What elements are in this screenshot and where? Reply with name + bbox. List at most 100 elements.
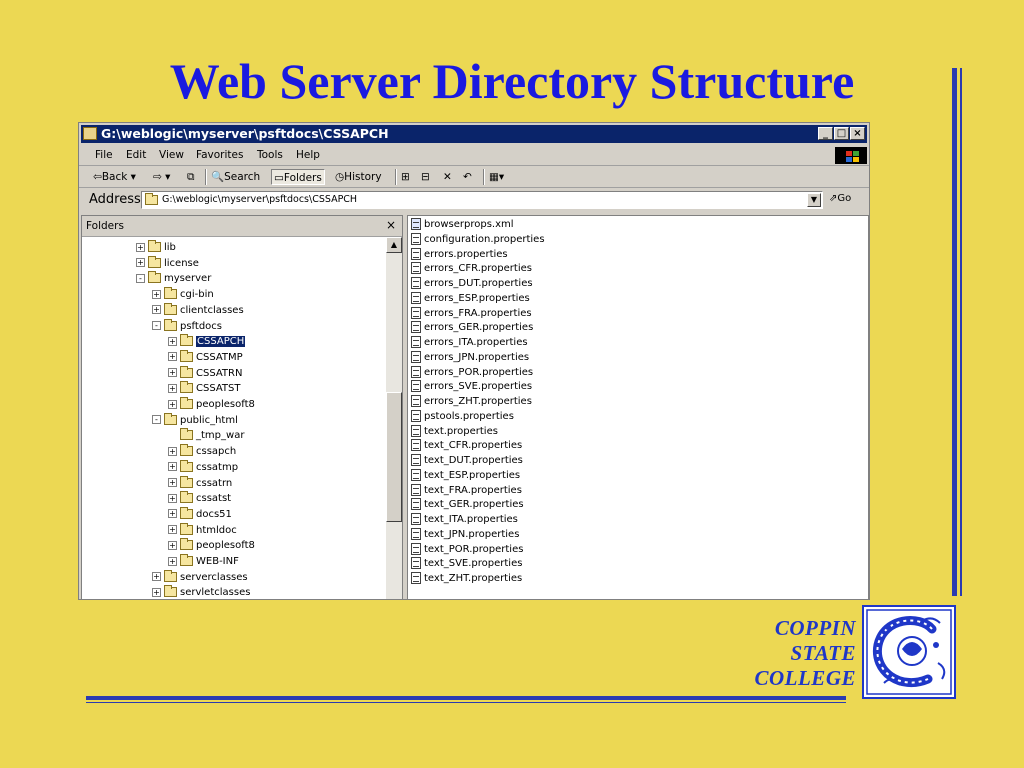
file-list-item[interactable]: text_ESP.properties bbox=[411, 468, 520, 483]
menu-edit[interactable]: Edit bbox=[126, 149, 146, 161]
menu-file[interactable]: File bbox=[95, 149, 113, 161]
expand-icon[interactable]: + bbox=[168, 446, 177, 456]
folder-tree-item[interactable]: + license bbox=[136, 255, 199, 271]
folder-tree-item[interactable]: + CSSATMP bbox=[168, 349, 243, 365]
file-list-item[interactable]: pstools.properties bbox=[411, 409, 514, 424]
folder-tree-scrollbar[interactable]: ▲ bbox=[386, 237, 402, 599]
folder-tree-item[interactable]: + clientclasses bbox=[152, 302, 244, 318]
file-list-item[interactable]: errors_SVE.properties bbox=[411, 379, 532, 394]
decorative-horizontal-line bbox=[86, 702, 846, 703]
file-list-item[interactable]: errors.properties bbox=[411, 247, 508, 262]
expand-icon[interactable]: + bbox=[168, 478, 177, 487]
folder-tree-item[interactable]: - myserver bbox=[136, 271, 211, 286]
folder-tree-item[interactable]: + peoplesoft8 bbox=[168, 538, 255, 553]
file-list-item[interactable]: text.properties bbox=[411, 424, 498, 439]
folder-tree-item[interactable]: + serverclasses bbox=[152, 569, 248, 585]
menu-favorites[interactable]: Favorites bbox=[196, 149, 243, 161]
expand-icon[interactable]: + bbox=[168, 352, 177, 362]
expand-icon[interactable]: + bbox=[136, 258, 145, 268]
file-list-item[interactable]: errors_ZHT.properties bbox=[411, 394, 532, 409]
folder-tree-item[interactable]: + peoplesoft8 bbox=[168, 397, 255, 412]
folder-tree-item[interactable]: + cgi-bin bbox=[152, 287, 214, 302]
undo-button[interactable]: ↶ bbox=[463, 169, 472, 185]
expand-icon[interactable]: + bbox=[152, 572, 161, 582]
expand-icon[interactable]: + bbox=[152, 587, 161, 597]
scroll-thumb[interactable] bbox=[386, 392, 402, 522]
expand-icon[interactable]: + bbox=[152, 289, 161, 299]
expand-icon[interactable]: + bbox=[168, 368, 177, 378]
collapse-icon[interactable]: - bbox=[152, 321, 161, 330]
address-dropdown-button[interactable]: ▼ bbox=[807, 193, 821, 207]
folder-tree-item[interactable]: + servletclasses bbox=[152, 585, 250, 599]
folder-tree-item[interactable]: + WEB-INF bbox=[168, 554, 239, 569]
file-list-item[interactable]: text_GER.properties bbox=[411, 497, 524, 512]
file-list-item[interactable]: errors_JPN.properties bbox=[411, 350, 529, 365]
maximize-button[interactable]: □ bbox=[834, 127, 849, 140]
file-list-item[interactable]: text_JPN.properties bbox=[411, 527, 519, 542]
search-button[interactable]: 🔍Search bbox=[211, 169, 260, 185]
folder-tree-item[interactable]: + docs51 bbox=[168, 506, 232, 522]
go-button[interactable]: ⇗Go bbox=[829, 193, 851, 204]
collapse-icon[interactable]: - bbox=[136, 273, 145, 283]
folder-tree-item[interactable]: + htmldoc bbox=[168, 522, 237, 538]
expand-icon[interactable]: + bbox=[168, 509, 177, 519]
folder-tree-item[interactable]: - public_html bbox=[152, 412, 238, 428]
folders-button[interactable]: ▭Folders bbox=[271, 169, 325, 185]
file-list-item[interactable]: errors_FRA.properties bbox=[411, 306, 532, 321]
expand-icon[interactable]: + bbox=[168, 556, 177, 566]
file-list-item[interactable]: text_POR.properties bbox=[411, 542, 523, 557]
file-list-item[interactable]: browserprops.xml bbox=[411, 217, 514, 232]
file-list-item[interactable]: text_ITA.properties bbox=[411, 512, 518, 527]
menu-tools[interactable]: Tools bbox=[257, 149, 283, 161]
close-button[interactable]: × bbox=[850, 127, 865, 140]
file-list-item[interactable]: errors_CFR.properties bbox=[411, 261, 532, 276]
file-list-item[interactable]: errors_GER.properties bbox=[411, 320, 533, 335]
window-titlebar[interactable]: G:\weblogic\myserver\psftdocs\CSSAPCH _ … bbox=[81, 125, 867, 143]
copy-to-button[interactable]: ⊟ bbox=[421, 169, 430, 185]
history-button[interactable]: ◷History bbox=[335, 169, 382, 185]
expand-icon[interactable]: + bbox=[168, 383, 177, 393]
file-list-item[interactable]: errors_DUT.properties bbox=[411, 276, 533, 291]
file-list-item[interactable]: text_CFR.properties bbox=[411, 438, 522, 453]
move-to-button[interactable]: ⊞ bbox=[401, 169, 410, 185]
file-list-item[interactable]: errors_ESP.properties bbox=[411, 291, 530, 306]
expand-icon[interactable]: + bbox=[168, 540, 177, 550]
delete-button[interactable]: ✕ bbox=[443, 169, 452, 185]
file-list-item[interactable]: errors_ITA.properties bbox=[411, 335, 528, 350]
collapse-icon[interactable]: - bbox=[152, 415, 161, 425]
expand-icon[interactable]: + bbox=[168, 336, 177, 346]
menu-help[interactable]: Help bbox=[296, 149, 320, 161]
folder-tree-item[interactable]: _tmp_war bbox=[168, 428, 244, 443]
file-list-item[interactable]: text_FRA.properties bbox=[411, 483, 522, 498]
views-button[interactable]: ▦▾ bbox=[489, 169, 504, 185]
folder-tree-item[interactable]: + CSSAPCH bbox=[168, 334, 246, 349]
folder-tree-item[interactable]: + cssatst bbox=[168, 491, 231, 506]
folder-tree-item[interactable]: - psftdocs bbox=[152, 318, 222, 334]
folder-tree-item[interactable]: + CSSATRN bbox=[168, 365, 242, 381]
expand-icon[interactable]: + bbox=[168, 462, 177, 472]
folder-tree-item[interactable]: + cssapch bbox=[168, 444, 236, 459]
expand-icon[interactable]: + bbox=[168, 493, 177, 503]
folder-tree-item[interactable]: + CSSATST bbox=[168, 381, 241, 396]
folder-tree-item[interactable]: + cssatmp bbox=[168, 459, 238, 475]
up-folder-button[interactable]: ⧉ bbox=[187, 169, 195, 185]
folder-tree-item[interactable]: + lib bbox=[136, 240, 176, 255]
file-list-item[interactable]: errors_POR.properties bbox=[411, 365, 533, 380]
up-folder-icon: ⧉ bbox=[187, 171, 195, 183]
address-field[interactable]: G:\weblogic\myserver\psftdocs\CSSAPCH bbox=[141, 191, 823, 209]
expand-icon[interactable]: + bbox=[136, 242, 145, 252]
expand-icon[interactable]: + bbox=[152, 305, 161, 315]
back-button[interactable]: ⇦Back ▾ bbox=[93, 169, 136, 185]
file-list-item[interactable]: text_ZHT.properties bbox=[411, 571, 522, 586]
scroll-up-button[interactable]: ▲ bbox=[386, 237, 402, 253]
forward-button[interactable]: ⇨ ▾ bbox=[153, 169, 170, 185]
menu-view[interactable]: View bbox=[159, 149, 184, 161]
file-list-item[interactable]: text_SVE.properties bbox=[411, 556, 522, 571]
file-list-item[interactable]: text_DUT.properties bbox=[411, 453, 523, 468]
folder-tree-item[interactable]: + cssatrn bbox=[168, 475, 232, 491]
expand-icon[interactable]: + bbox=[168, 525, 177, 535]
file-list-item[interactable]: configuration.properties bbox=[411, 232, 545, 247]
expand-icon[interactable]: + bbox=[168, 399, 177, 409]
close-icon[interactable]: × bbox=[386, 218, 396, 232]
minimize-button[interactable]: _ bbox=[818, 127, 833, 140]
